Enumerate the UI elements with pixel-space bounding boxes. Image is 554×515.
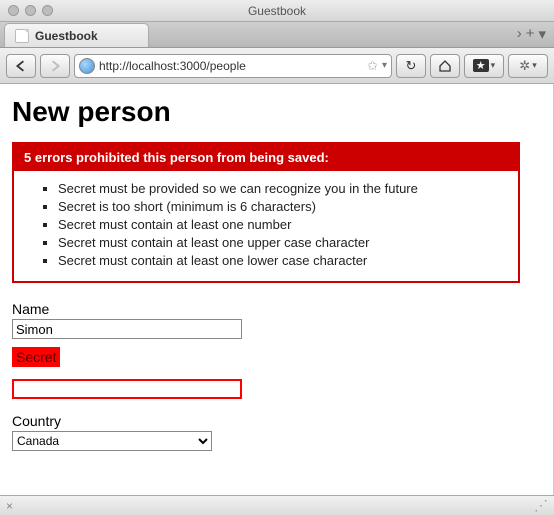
tab-label: Guestbook: [35, 29, 98, 43]
error-header: 5 errors prohibited this person from bei…: [14, 144, 518, 171]
error-explanation: 5 errors prohibited this person from bei…: [12, 142, 520, 283]
new-tab-icon[interactable]: +: [526, 25, 535, 43]
bookmarks-button[interactable]: ★ ▾: [464, 54, 504, 78]
reload-button[interactable]: ↻: [396, 54, 426, 78]
extensions-button[interactable]: ✲ ▾: [508, 54, 548, 78]
page-content: New person 5 errors prohibited this pers…: [0, 84, 554, 495]
field-country: Country Canada: [12, 413, 541, 451]
url-dropdown-icon[interactable]: ▾: [382, 60, 387, 71]
url-bar[interactable]: http://localhost:3000/people ✩ ▾: [74, 54, 392, 78]
error-item: Secret must be provided so we can recogn…: [58, 181, 508, 196]
name-input[interactable]: [12, 319, 242, 339]
rss-icon[interactable]: ✩: [367, 58, 378, 74]
tab-guestbook[interactable]: Guestbook: [4, 23, 149, 47]
secret-label: Secret: [12, 347, 60, 367]
tab-menu-icon[interactable]: ▾: [538, 25, 546, 43]
back-button[interactable]: [6, 54, 36, 78]
browser-toolbar: http://localhost:3000/people ✩ ▾ ↻ ★ ▾ ✲…: [0, 48, 554, 84]
window-title: Guestbook: [0, 4, 554, 18]
error-item: Secret must contain at least one upper c…: [58, 235, 508, 250]
field-name: Name: [12, 301, 541, 339]
status-bar: × ⋰: [0, 495, 554, 515]
resize-grip-icon[interactable]: ⋰: [534, 497, 548, 514]
url-text: http://localhost:3000/people: [99, 59, 363, 73]
country-label: Country: [12, 413, 541, 429]
forward-button[interactable]: [40, 54, 70, 78]
page-icon: [15, 29, 29, 43]
home-button[interactable]: [430, 54, 460, 78]
error-item: Secret must contain at least one number: [58, 217, 508, 232]
status-close-icon[interactable]: ×: [6, 499, 13, 513]
name-label: Name: [12, 301, 541, 317]
tab-list-icon[interactable]: ›: [517, 25, 522, 43]
tabbar-controls: › + ▾: [517, 25, 554, 47]
error-item: Secret must contain at least one lower c…: [58, 253, 508, 268]
error-list: Secret must be provided so we can recogn…: [14, 181, 518, 268]
page-heading: New person: [12, 96, 541, 128]
error-item: Secret is too short (minimum is 6 charac…: [58, 199, 508, 214]
globe-icon: [79, 58, 95, 74]
secret-input[interactable]: [12, 379, 242, 399]
field-secret: Secret: [12, 347, 541, 399]
tab-bar: Guestbook › + ▾: [0, 22, 554, 48]
country-select[interactable]: Canada: [12, 431, 212, 451]
window-titlebar: Guestbook: [0, 0, 554, 22]
